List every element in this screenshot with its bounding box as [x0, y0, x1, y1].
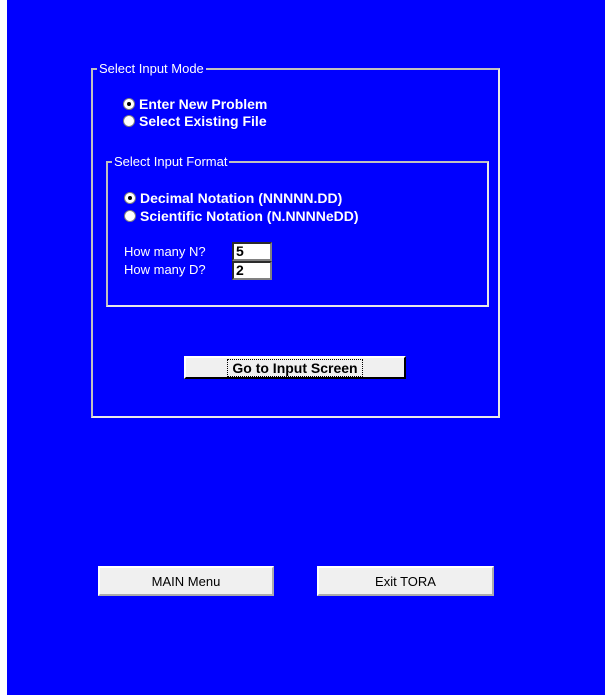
how-many-d-input[interactable]: 2: [232, 261, 272, 280]
input-format-frame: Select Input Format Decimal Notation (NN…: [106, 155, 489, 307]
radio-unchecked-icon: [123, 115, 135, 127]
radio-select-existing-file[interactable]: Select Existing File: [123, 113, 267, 129]
how-many-n-input[interactable]: 5: [232, 242, 272, 261]
input-format-legend: Select Input Format: [114, 154, 228, 169]
radio-label: Decimal Notation (NNNNN.DD): [140, 190, 343, 206]
go-to-input-screen-button[interactable]: Go to Input Screen: [184, 356, 406, 379]
radio-checked-icon: [124, 192, 136, 204]
radio-label: Select Existing File: [139, 113, 267, 129]
input-mode-legend: Select Input Mode: [99, 61, 204, 76]
radio-enter-new-problem[interactable]: Enter New Problem: [123, 96, 267, 112]
radio-unchecked-icon: [124, 210, 136, 222]
radio-label: Scientific Notation (N.NNNNeDD): [140, 208, 359, 224]
radio-label: Enter New Problem: [139, 96, 268, 112]
radio-decimal-notation[interactable]: Decimal Notation (NNNNN.DD): [124, 190, 342, 206]
tora-input-screen: Select Input Mode Enter New Problem Sele…: [7, 0, 605, 695]
go-to-input-screen-label: Go to Input Screen: [227, 358, 363, 377]
exit-tora-button[interactable]: Exit TORA: [317, 566, 494, 596]
radio-checked-icon: [123, 98, 135, 110]
radio-scientific-notation[interactable]: Scientific Notation (N.NNNNeDD): [124, 208, 359, 224]
main-menu-button[interactable]: MAIN Menu: [98, 566, 274, 596]
how-many-d-label: How many D?: [124, 262, 206, 277]
how-many-n-label: How many N?: [124, 244, 206, 259]
